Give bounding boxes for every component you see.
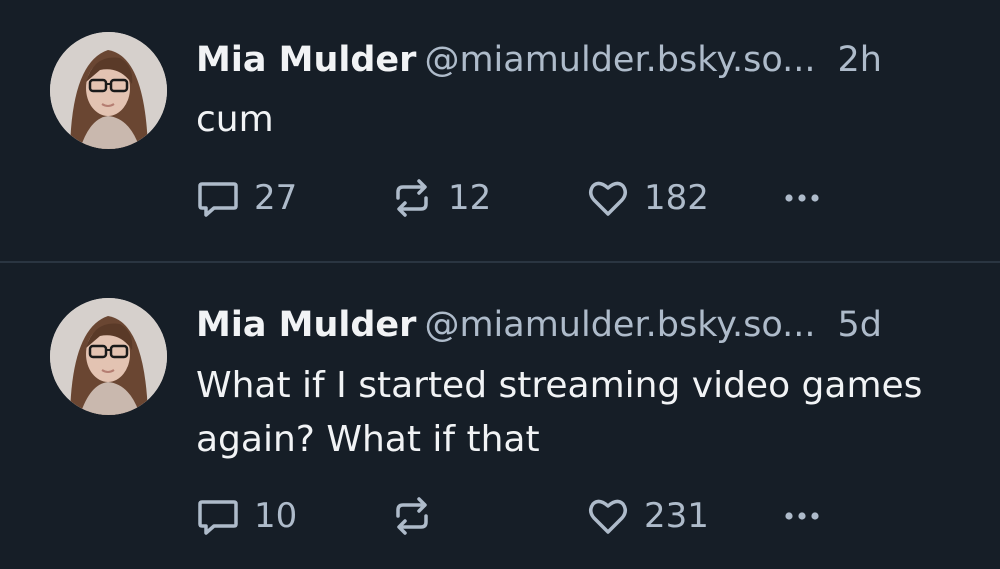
post-actions: 10 231 — [196, 494, 896, 538]
post-time[interactable]: 5d — [838, 305, 883, 345]
post[interactable]: Mia Mulder @miamulder.bsky.so... 5d What i… — [0, 263, 1000, 569]
avatar[interactable] — [50, 32, 167, 149]
reply-icon — [196, 494, 240, 538]
like-icon — [586, 494, 630, 538]
like-button[interactable]: 182 — [586, 176, 709, 220]
reply-button[interactable]: 27 — [196, 176, 297, 220]
reply-count: 27 — [254, 178, 298, 218]
like-icon — [586, 176, 630, 220]
like-button[interactable]: 231 — [586, 494, 709, 538]
reply-icon — [196, 176, 240, 220]
post-text: What if I started streaming video games … — [196, 365, 923, 460]
like-count: 182 — [644, 178, 709, 218]
post-actions: 27 12 182 — [196, 176, 896, 220]
more-icon — [780, 494, 824, 538]
post[interactable]: Mia Mulder @miamulder.bsky.so... 2h cum 27 — [0, 0, 1000, 262]
post-time[interactable]: 2h — [838, 40, 882, 80]
post-text: cum — [196, 99, 274, 140]
author-handle[interactable]: @miamulder.bsky.so... — [424, 305, 815, 345]
like-count: 231 — [644, 496, 709, 536]
repost-button[interactable] — [390, 494, 448, 538]
author-name[interactable]: Mia Mulder — [196, 40, 416, 80]
repost-icon — [390, 176, 434, 220]
post-feed: Mia Mulder @miamulder.bsky.so... 2h cum 27 — [0, 0, 1000, 569]
avatar[interactable] — [50, 298, 167, 415]
repost-button[interactable]: 12 — [390, 176, 491, 220]
post-header: Mia Mulder @miamulder.bsky.so... 5d — [196, 305, 882, 345]
post-header: Mia Mulder @miamulder.bsky.so... 2h — [196, 40, 882, 80]
more-options-button[interactable] — [780, 494, 824, 538]
more-icon — [780, 176, 824, 220]
repost-icon — [390, 494, 434, 538]
reply-button[interactable]: 10 — [196, 494, 297, 538]
repost-count: 12 — [448, 178, 492, 218]
reply-count: 10 — [254, 496, 298, 536]
more-options-button[interactable] — [780, 176, 824, 220]
author-name[interactable]: Mia Mulder — [196, 305, 416, 345]
author-handle[interactable]: @miamulder.bsky.so... — [424, 40, 815, 80]
